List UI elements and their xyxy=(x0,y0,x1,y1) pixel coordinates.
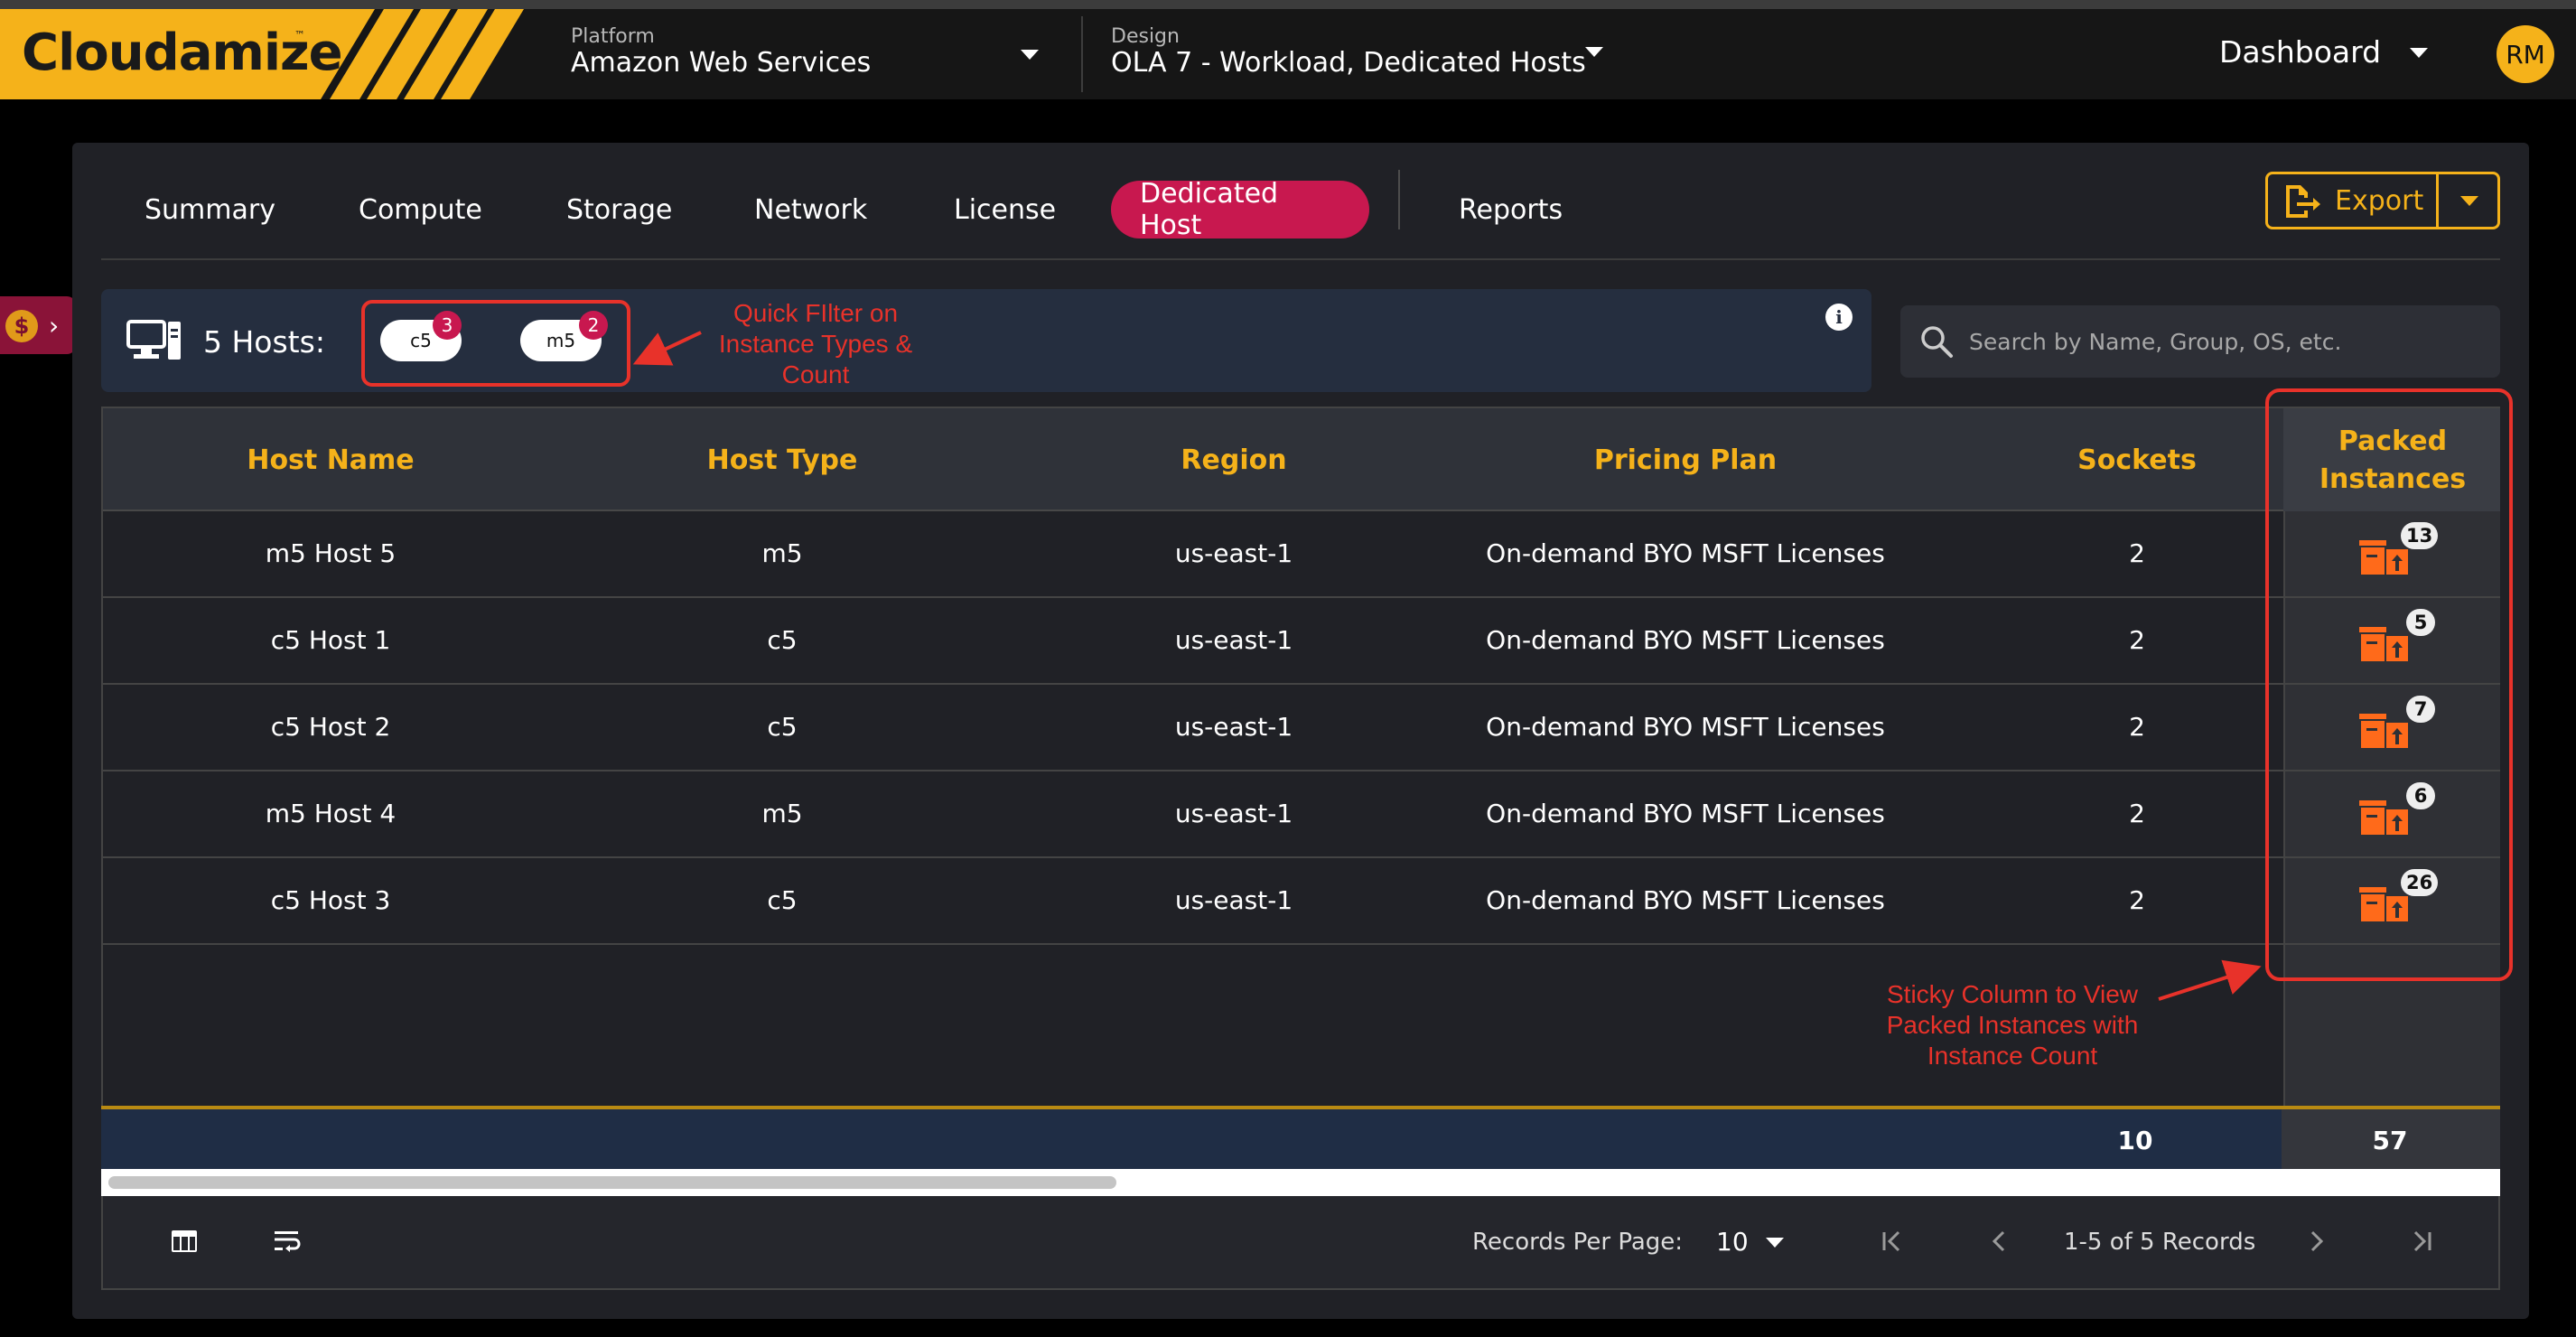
annotation-arrows xyxy=(632,331,2262,1001)
